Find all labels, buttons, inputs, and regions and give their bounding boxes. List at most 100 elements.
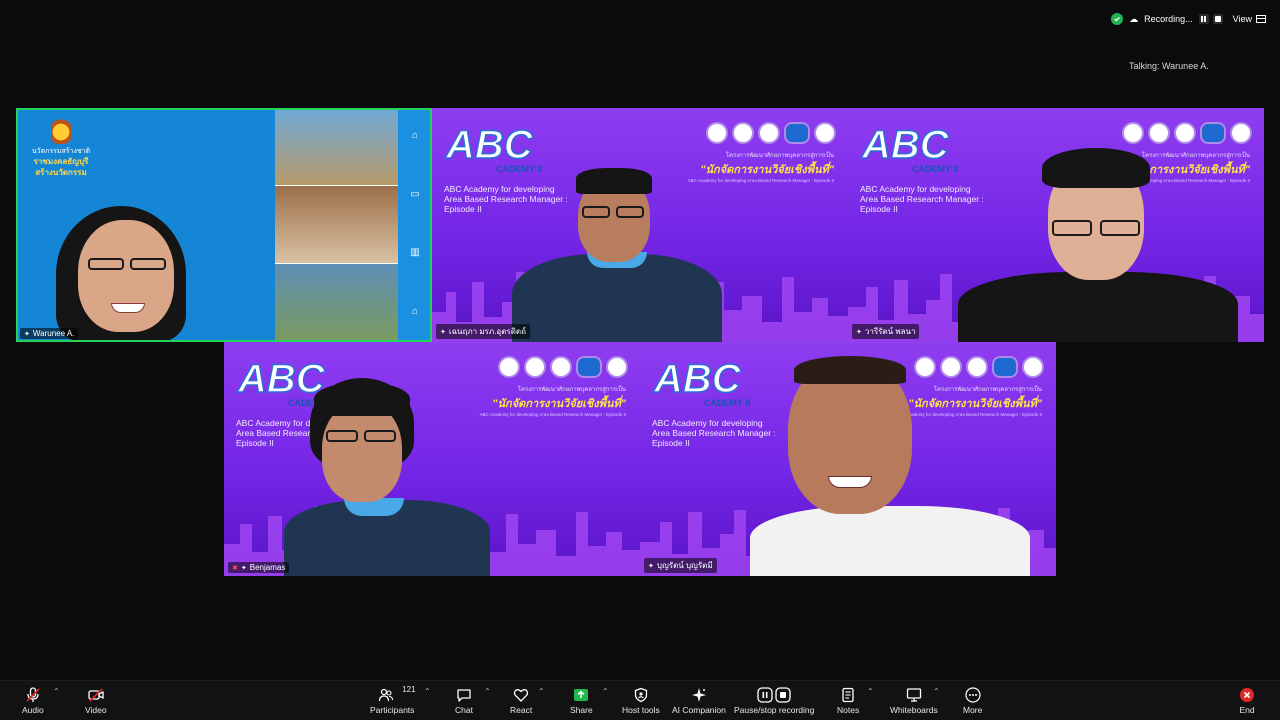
partner-logos (706, 122, 836, 144)
notes-label: Notes (837, 705, 860, 715)
chat-label: Chat (455, 705, 473, 715)
bus-icon: ▭ (410, 188, 420, 200)
pause-stop-recording-button[interactable]: Pause/stop recording (734, 685, 814, 715)
mic-muted-icon: ✖ (232, 564, 238, 572)
chat-options-chevron-icon[interactable]: ⌃ (484, 687, 491, 696)
org-line-1: นวัตกรรมสร้างชาติ (31, 148, 91, 155)
recording-indicator[interactable]: ☁ Recording... (1111, 13, 1223, 25)
share-label: Share (570, 705, 593, 715)
participant-name: Warunee A. (32, 329, 75, 338)
ai-companion-button[interactable]: AI Companion (672, 685, 726, 715)
sparkle-icon (691, 688, 706, 702)
svg-text:ABC: ABC (861, 123, 950, 167)
partner-logo (1122, 122, 1144, 144)
whiteboards-button[interactable]: Whiteboards (890, 685, 938, 715)
shield-icon (634, 687, 648, 703)
pause-icon (757, 687, 773, 703)
partner-logo (1230, 122, 1252, 144)
talking-indicator: Talking: Warunee A. (1129, 61, 1209, 71)
partner-logo (758, 122, 780, 144)
notes-button[interactable]: Notes (837, 685, 859, 715)
partner-logo (1200, 122, 1226, 144)
audio-button[interactable]: Audio (22, 685, 44, 715)
video-tile-participant-5[interactable]: ABC CADEMY II ABC Academy for developing… (640, 342, 1056, 576)
react-options-chevron-icon[interactable]: ⌃ (538, 687, 545, 696)
svg-text:ABC: ABC (653, 357, 742, 401)
svg-text:ABC: ABC (445, 123, 534, 167)
partner-logo (814, 122, 836, 144)
participant-name-label: ✦ เฉนฤภา มรภ.อุตรดิตถ์ (436, 324, 530, 339)
whiteboards-options-chevron-icon[interactable]: ⌃ (933, 687, 940, 696)
pause-recording-label: Pause/stop recording (734, 705, 815, 715)
stop-icon (775, 687, 791, 703)
partner-logos (498, 356, 628, 378)
host-tools-button[interactable]: Host tools (622, 685, 660, 715)
video-tile-participant-3[interactable]: ABC CADEMY II ABC Academy for developing… (848, 108, 1264, 342)
partner-logo (732, 122, 754, 144)
chat-button[interactable]: Chat (455, 685, 473, 715)
partner-logo (498, 356, 520, 378)
share-button[interactable]: Share (570, 685, 593, 715)
stop-recording-button[interactable] (1212, 14, 1223, 24)
gallery-grid-icon (1256, 15, 1266, 23)
partner-logo (1174, 122, 1196, 144)
close-icon (1240, 688, 1254, 702)
audio-options-chevron-icon[interactable]: ⌃ (53, 687, 60, 696)
meeting-toolbar: Audio ⌃ Video 121 Participants ⌃ Chat ⌃ … (0, 680, 1280, 720)
participant-video (36, 198, 236, 342)
video-tile-warunee[interactable]: นวัตกรรมสร้างชาติ ราชมงคลธัญบุรี สร้างนว… (16, 108, 432, 342)
whiteboard-icon (906, 688, 922, 702)
view-button[interactable]: View (1233, 14, 1266, 24)
view-label: View (1232, 14, 1252, 24)
city-icon: ▥ (410, 247, 420, 259)
participants-count: 121 (402, 685, 416, 694)
participants-options-chevron-icon[interactable]: ⌃ (424, 687, 431, 696)
video-tile-participant-2[interactable]: ABC CADEMY II ABC Academy for developing… (432, 108, 848, 342)
pin-icon: ✦ (440, 328, 446, 336)
react-button[interactable]: React (510, 685, 532, 715)
notes-icon (842, 687, 854, 703)
partner-logo (524, 356, 546, 378)
notes-options-chevron-icon[interactable]: ⌃ (867, 687, 874, 696)
share-screen-icon (574, 689, 589, 701)
home-icon: ⌂ (411, 305, 419, 317)
participant-video (274, 378, 494, 576)
partner-logo (576, 356, 602, 378)
more-icon (965, 687, 981, 703)
audio-label: Audio (22, 705, 44, 715)
svg-text:CADEMY II: CADEMY II (704, 398, 750, 408)
video-off-icon (88, 688, 104, 702)
pause-recording-button[interactable] (1198, 14, 1209, 24)
more-button[interactable]: More (963, 685, 982, 715)
participants-button[interactable]: 121 Participants (370, 685, 416, 715)
partner-logo (784, 122, 810, 144)
share-options-chevron-icon[interactable]: ⌃ (602, 687, 609, 696)
participant-name-label: ✦ บุญรัตน์ บุญรัตมี (644, 558, 717, 573)
host-tools-label: Host tools (622, 705, 660, 715)
pause-icon (1201, 16, 1207, 22)
react-label: React (510, 705, 533, 715)
end-button[interactable]: End (1239, 685, 1255, 715)
participant-name-label: ✖ ✦ Benjamas (228, 562, 290, 573)
banner-english: ABC Academy for developing Area Based Re… (479, 412, 626, 417)
video-button[interactable]: Video (85, 685, 107, 715)
abc-academy-logo: ABC CADEMY II (860, 122, 958, 174)
participant-video (512, 166, 752, 342)
pin-icon: ✦ (240, 564, 247, 572)
partner-logo (706, 122, 728, 144)
whiteboards-label: Whiteboards (890, 705, 938, 715)
meeting-status-bar: ☁ Recording... View (1111, 10, 1266, 28)
pin-icon: ✦ (648, 562, 654, 570)
partner-logo (606, 356, 628, 378)
chat-icon (457, 689, 471, 702)
more-label: More (963, 705, 983, 715)
participant-name: วารีรัตน์ พลนา (864, 327, 916, 336)
participants-label: Participants (370, 705, 415, 715)
banner-subtitle: โครงการพัฒนาศักยภาพบุคลากรสู่การเป็น (725, 153, 834, 159)
banner-title: "นักจัดการงานวิจัยเชิงพื้นที่" (492, 398, 626, 410)
video-tile-benjamas[interactable]: ABC CADEMY II ABC Academy for developing… (224, 342, 640, 576)
org-line-3: สร้างนวัตกรรม (35, 167, 87, 177)
svg-text:CADEMY II: CADEMY II (912, 164, 958, 174)
building-icon: ⌂ (411, 130, 419, 142)
video-label: Video (85, 705, 107, 715)
